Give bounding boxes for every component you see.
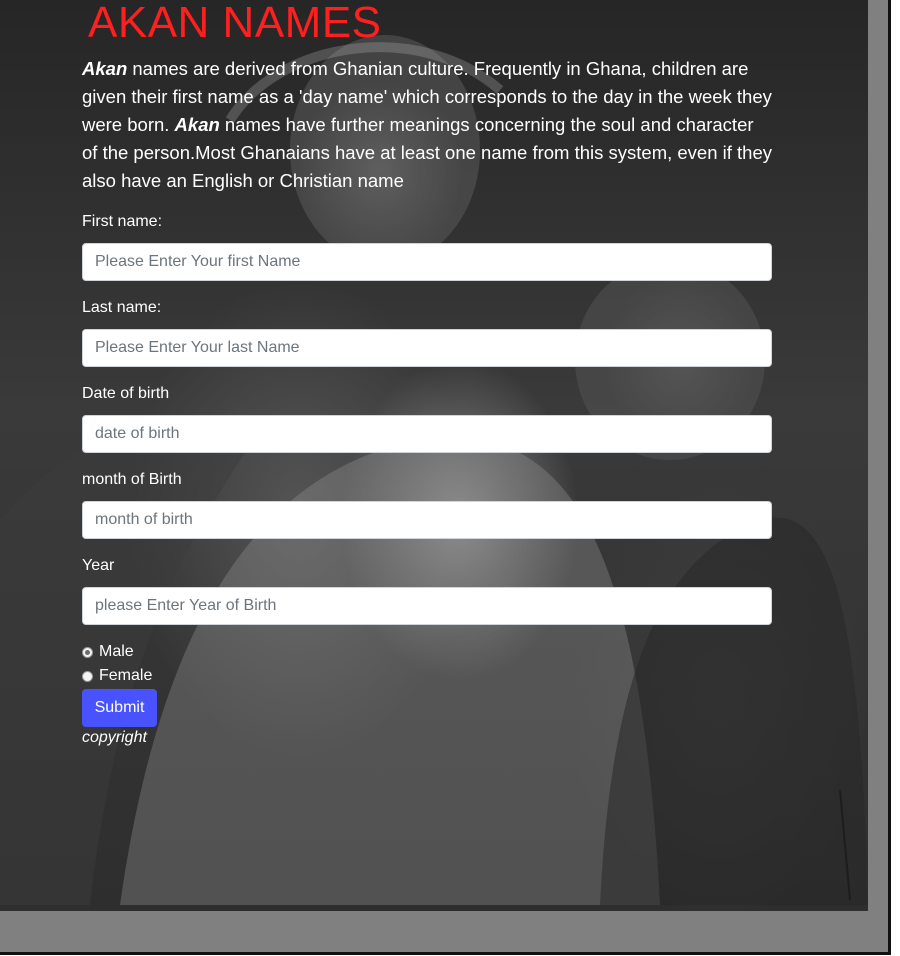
gender-option-male[interactable]: Male (82, 643, 134, 661)
date-of-birth-label: Date of birth (82, 385, 170, 402)
year-input[interactable] (82, 587, 772, 625)
male-radio-label: Male (99, 643, 134, 660)
male-radio[interactable] (82, 646, 93, 658)
first-name-input[interactable] (82, 243, 772, 281)
browser-viewport: AKAN NAMES Akan names are derived from G… (0, 0, 891, 955)
background-artwork: AKAN NAMES Akan names are derived from G… (0, 0, 868, 911)
akan-emphasis: Akan (174, 114, 220, 135)
submit-button[interactable]: Submit (82, 689, 157, 727)
female-radio-label: Female (99, 667, 153, 684)
gender-option-female[interactable]: Female (82, 667, 152, 685)
year-label: Year (82, 557, 115, 574)
page-title: AKAN NAMES (88, 0, 382, 47)
first-name-label: First name: (82, 213, 163, 230)
date-of-birth-input[interactable] (82, 415, 772, 453)
month-of-birth-label: month of Birth (82, 471, 182, 488)
akan-emphasis: Akan (82, 58, 128, 79)
month-of-birth-input[interactable] (82, 501, 772, 539)
intro-paragraph: Akan names are derived from Ghanian cult… (82, 55, 772, 195)
female-radio[interactable] (82, 670, 93, 682)
last-name-label: Last name: (82, 299, 162, 316)
last-name-input[interactable] (82, 329, 772, 367)
copyright-text: copyright (82, 729, 147, 746)
